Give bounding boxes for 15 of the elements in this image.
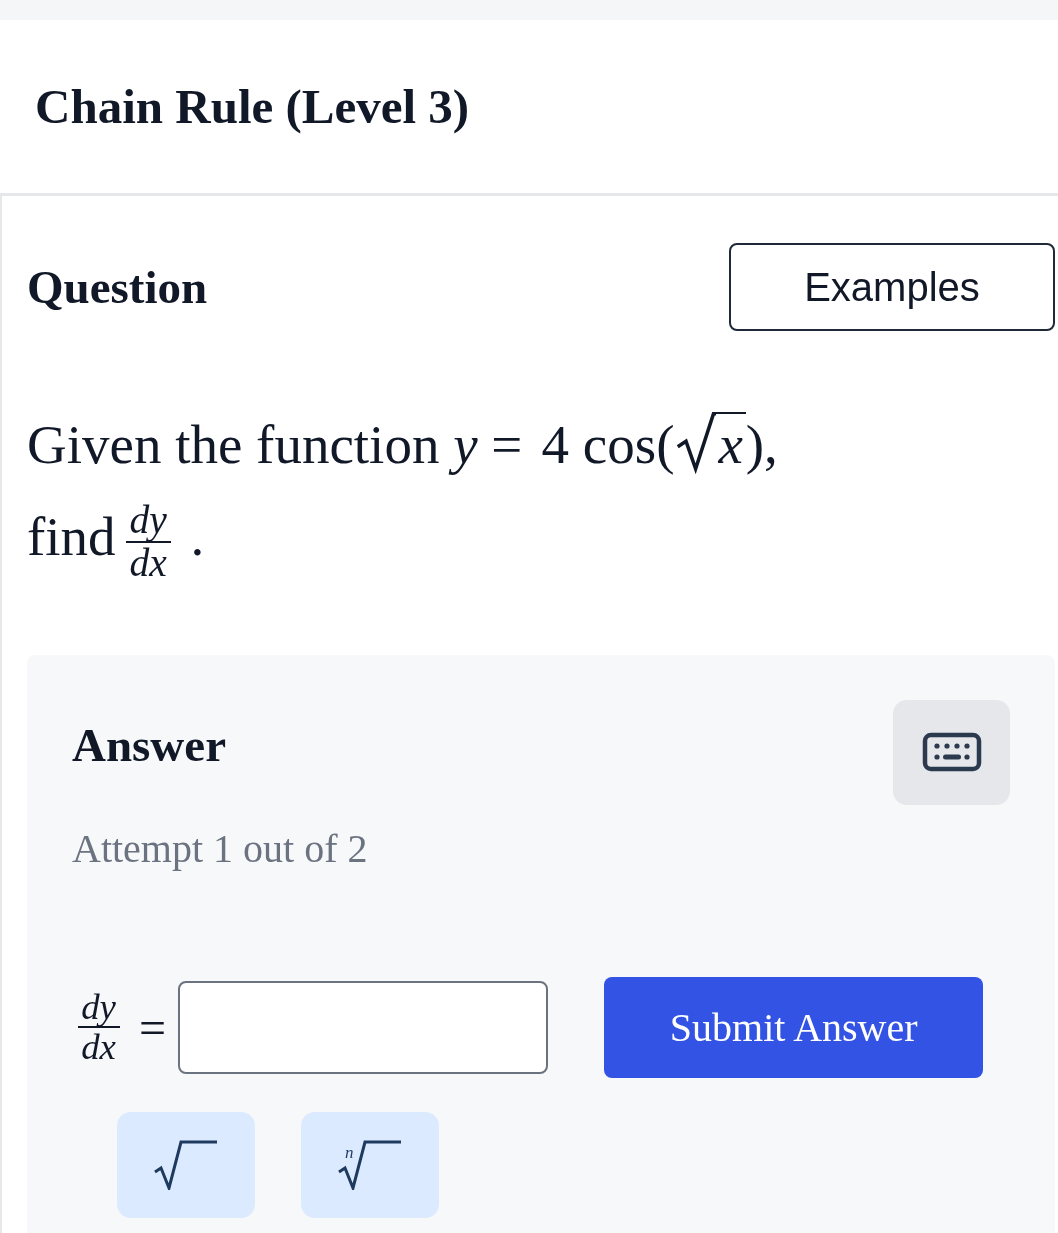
- equals-sign: =: [139, 999, 167, 1055]
- answer-heading: Answer: [72, 717, 227, 772]
- question-heading: Question: [27, 260, 208, 314]
- examples-button[interactable]: Examples: [729, 243, 1055, 331]
- keyboard-button[interactable]: [893, 699, 1010, 805]
- answer-field[interactable]: [178, 980, 549, 1074]
- attempt-counter: Attempt 1 out of 2: [72, 824, 369, 872]
- square-root-icon: [153, 1139, 219, 1190]
- derivative-label: dy dx: [72, 987, 126, 1068]
- keyboard-icon: [921, 732, 982, 773]
- page-title: Chain Rule (Level 3): [35, 78, 470, 135]
- radical-sign-icon: [674, 410, 716, 474]
- submit-button[interactable]: Submit Answer: [604, 976, 984, 1078]
- square-root-button[interactable]: [117, 1111, 255, 1218]
- nth-root-button[interactable]: n: [301, 1111, 439, 1218]
